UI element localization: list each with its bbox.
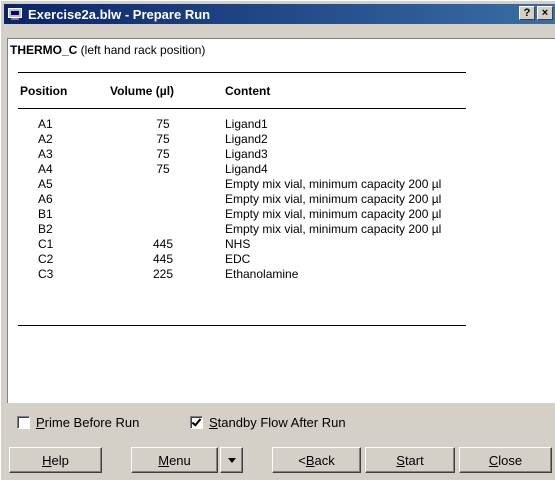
chevron-down-icon (227, 457, 236, 463)
cell-position: A5 (38, 177, 53, 191)
cell-volume: 75 (156, 162, 170, 176)
window-title: Exercise2a.blw - Prepare Run (28, 6, 211, 22)
help-button[interactable]: Help (9, 447, 102, 473)
table-bottom-rule (18, 325, 466, 326)
menu-dropdown-button[interactable] (220, 447, 243, 473)
bottom-panel: Prime Before Run Standby Flow After Run … (1, 403, 555, 480)
cell-content: Ligand1 (225, 117, 268, 131)
cell-content: EDC (225, 252, 251, 266)
standby-flow-after-run-checkbox[interactable]: Standby Flow After Run (190, 415, 346, 430)
back-button[interactable]: < Back (272, 447, 361, 473)
cell-content: Empty mix vial, minimum capacity 200 µl (225, 192, 442, 206)
rack-description: (left hand rack position) (77, 43, 206, 57)
cell-position: C2 (38, 252, 54, 266)
table-top-rule (18, 72, 466, 73)
app-icon (7, 7, 23, 21)
cell-content: NHS (225, 237, 251, 251)
header-content: Content (225, 84, 271, 98)
cell-content: Ligand4 (225, 162, 268, 176)
cell-content: Ethanolamine (225, 267, 299, 281)
cell-volume: 445 (152, 252, 174, 266)
start-button[interactable]: Start (365, 447, 455, 473)
cell-position: A2 (38, 132, 53, 146)
header-volume: Volume (µl) (110, 84, 175, 98)
header-position: Position (20, 84, 68, 98)
prepare-run-report: THERMO_C (left hand rack position) Posit… (7, 38, 555, 403)
cell-volume: 75 (156, 132, 170, 146)
header-bottom-rule (18, 108, 466, 109)
close-button[interactable]: Close (459, 447, 552, 473)
cell-content: Empty mix vial, minimum capacity 200 µl (225, 207, 442, 221)
cell-position: A1 (38, 117, 53, 131)
prime-before-run-label: Prime Before Run (36, 415, 140, 430)
menu-button[interactable]: Menu (131, 447, 218, 473)
close-title-button[interactable]: × (537, 6, 553, 20)
cell-volume: 75 (156, 147, 170, 161)
standby-flow-after-run-label: Standby Flow After Run (209, 415, 346, 430)
title-bar[interactable]: Exercise2a.blw - Prepare Run ? × (4, 4, 555, 24)
cell-content: Ligand2 (225, 132, 268, 146)
checkbox-icon[interactable] (190, 416, 203, 429)
cell-position: B1 (38, 207, 53, 221)
cell-volume: 225 (152, 267, 174, 281)
rack-name: THERMO_C (10, 43, 78, 57)
cell-volume: 75 (156, 117, 170, 131)
cell-position: A4 (38, 162, 53, 176)
prepare-run-window: Exercise2a.blw - Prepare Run ? × THERMO_… (0, 0, 555, 480)
help-title-button[interactable]: ? (519, 6, 535, 20)
prime-before-run-checkbox[interactable]: Prime Before Run (17, 415, 139, 430)
cell-position: A3 (38, 147, 53, 161)
cell-position: C3 (38, 267, 54, 281)
rack-heading: THERMO_C (left hand rack position) (10, 43, 205, 57)
cell-content: Empty mix vial, minimum capacity 200 µl (225, 222, 442, 236)
cell-position: A6 (38, 192, 53, 206)
checkbox-icon[interactable] (17, 416, 30, 429)
cell-content: Empty mix vial, minimum capacity 200 µl (225, 177, 442, 191)
cell-volume: 445 (152, 237, 174, 251)
cell-content: Ligand3 (225, 147, 268, 161)
cell-position: C1 (38, 237, 54, 251)
cell-position: B2 (38, 222, 53, 236)
